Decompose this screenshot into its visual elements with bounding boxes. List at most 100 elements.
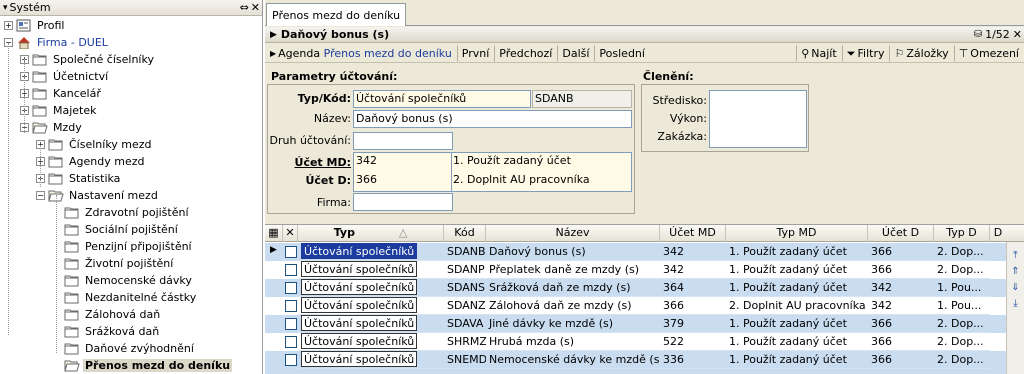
limits-button[interactable]: ⊤ Omezení — [953, 45, 1024, 62]
tab-prenos-mezd[interactable]: Přenos mezd do deníku — [266, 3, 407, 26]
tree-item[interactable]: Sociální pojištění — [52, 221, 180, 238]
tree-item[interactable]: Nemocenské dávky — [52, 272, 194, 289]
cell-ucet-md: 522 — [660, 333, 726, 351]
tree-item[interactable]: − Firma - DUEL — [4, 34, 110, 51]
page-down-icon[interactable]: ⇓ — [1009, 280, 1023, 296]
tree-item[interactable]: + Profil — [4, 17, 66, 34]
tree-item[interactable]: + Majetek — [20, 102, 99, 119]
chevron-down-icon[interactable]: ▾ — [3, 3, 8, 13]
agenda-button[interactable]: ▶ Agenda Přenos mezd do deníku — [265, 45, 457, 62]
bookmarks-button[interactable]: ⚐ Záložky — [889, 45, 953, 62]
tree-item[interactable]: + Kancelář — [20, 85, 103, 102]
tree-item-label: Přenos mezd do deníku — [83, 359, 233, 372]
tree-item-label: Srážková daň — [85, 325, 160, 338]
col-nazev[interactable]: Název — [486, 225, 660, 242]
cell-ucet-d: 366 — [868, 243, 934, 261]
agenda-link[interactable]: Přenos mezd do deníku — [324, 47, 452, 60]
druh-field[interactable] — [353, 132, 453, 150]
table-row[interactable]: Účtování společníků SDANS Srážková daň ze … — [265, 279, 1006, 297]
ucet-md-field[interactable]: 342 — [356, 154, 377, 167]
collapse-icon[interactable]: − — [36, 191, 45, 200]
grid-header: ▦ ✕ Typ △ Kód Název Účet MD Typ MD Účet … — [265, 225, 1024, 242]
cell-nazev: Zálohová daň ze mzdy (s) — [486, 297, 660, 315]
records-icon: ⛁ — [973, 29, 983, 40]
tree-item-label: Sociální pojištění — [85, 223, 178, 236]
find-button[interactable]: ⚲ Najít — [796, 45, 841, 62]
table-row[interactable]: Účtování společníků SHRMZ Hrubá mzda (s) 52… — [265, 333, 1006, 351]
row-checkbox[interactable] — [285, 246, 297, 258]
grid-close-icon[interactable]: ✕ — [283, 225, 298, 242]
tree-item[interactable]: Přenos mezd do deníku — [52, 357, 233, 374]
ucet-md-note[interactable]: 1. Použít zadaný účet — [453, 154, 571, 167]
firma-field[interactable] — [353, 193, 453, 211]
resize-arrows-icon[interactable]: ⇔ — [240, 1, 249, 14]
col-typ-md[interactable]: Typ MD — [726, 225, 868, 242]
ucet-d-note[interactable]: 2. Doplnit AU pracovníka — [453, 173, 590, 186]
tree-item[interactable]: + Statistika — [36, 170, 122, 187]
col-typ-d[interactable]: Typ D — [934, 225, 990, 242]
kod-field[interactable]: SDANB — [532, 90, 632, 108]
cell-typ-value: Účtování společníků — [301, 243, 418, 259]
tree-item[interactable]: Penzijní připojištění — [52, 238, 194, 255]
grid-settings-icon[interactable]: ▦ — [265, 225, 283, 242]
cell-nazev: Jiné dávky ke mzdě (s) — [486, 315, 660, 333]
tree-item[interactable]: Životní pojištění — [52, 255, 175, 272]
folder-open-icon — [32, 121, 48, 134]
tree-item[interactable]: − Nastavení mezd — [36, 187, 160, 204]
folder-icon — [32, 53, 48, 66]
close-icon[interactable]: ✕ — [1013, 28, 1022, 41]
tree-item[interactable]: Nezdanitelné částky — [52, 289, 198, 306]
record-title-bar: ▶ Daňový bonus (s) ⛁ 1/52 ✕ — [265, 27, 1024, 43]
row-checkbox[interactable] — [285, 264, 297, 276]
close-icon[interactable]: ✕ — [251, 1, 260, 14]
page-up-icon[interactable]: ⇑ — [1009, 264, 1023, 280]
ucet-d-field[interactable]: 366 — [356, 173, 377, 186]
col-typ[interactable]: Typ △ — [298, 225, 444, 242]
col-ucet-d[interactable]: Účet D — [868, 225, 934, 242]
clen-field[interactable] — [709, 90, 807, 148]
col-d[interactable]: D — [990, 225, 1006, 242]
table-row[interactable]: Účtování společníků SDAVA Jiné dávky ke mz… — [265, 315, 1006, 333]
first-button[interactable]: První — [456, 44, 495, 62]
tree-item[interactable]: Zdravotní pojištění — [52, 204, 191, 221]
row-checkbox[interactable] — [285, 318, 297, 330]
form-area: Parametry účtování: Typ/Kód: Účtování sp… — [265, 66, 1024, 222]
table-row-partial[interactable] — [265, 369, 1006, 374]
row-checkbox[interactable] — [285, 336, 297, 348]
tree-item[interactable]: − Mzdy — [20, 119, 84, 136]
folder-icon — [64, 206, 80, 219]
col-kod[interactable]: Kód — [444, 225, 486, 242]
table-row[interactable]: ▶ Účtování společníků SDANB Daňový bonus (s… — [265, 243, 1006, 261]
last-button[interactable]: Poslední — [594, 44, 650, 62]
first-record-icon[interactable]: ⤒ — [1009, 248, 1023, 264]
tree-item[interactable]: + Agendy mezd — [36, 153, 146, 170]
ucet-d-label: Účet D: — [305, 174, 351, 187]
col-typ-label: Typ — [333, 226, 355, 239]
nazev-field[interactable]: Daňový bonus (s) — [353, 110, 632, 128]
tree-item[interactable]: + Účetnictví — [20, 68, 110, 85]
cell-typ-value: Účtování společníků — [301, 279, 418, 295]
tree-item[interactable]: + Společné číselníky — [20, 51, 156, 68]
table-row[interactable]: Účtování společníků SDANZ Zálohová daň ze … — [265, 297, 1006, 315]
tree-item[interactable]: Zálohová daň — [52, 306, 162, 323]
cell-typ-value: Účtování společníků — [301, 333, 418, 349]
row-checkbox[interactable] — [285, 282, 297, 294]
tree-item[interactable]: Srážková daň — [52, 323, 161, 340]
ucty-divider — [451, 152, 452, 192]
table-row[interactable]: Účtování společníků SDANP Přeplatek daně z… — [265, 261, 1006, 279]
clen-group-title: Členění: — [643, 70, 694, 83]
col-ucet-md[interactable]: Účet MD — [660, 225, 726, 242]
row-checkbox[interactable] — [285, 300, 297, 312]
cell-kod: SHRMZ — [444, 333, 486, 351]
tree-item[interactable]: Daňové zvýhodnění — [52, 340, 196, 357]
next-button[interactable]: Další — [557, 44, 594, 62]
filters-button[interactable]: ⏷ Filtry — [841, 45, 890, 62]
tree-item[interactable]: + Číselníky mezd — [36, 136, 154, 153]
last-record-icon[interactable]: ⤓ — [1009, 296, 1023, 312]
row-checkbox[interactable] — [285, 354, 297, 366]
previous-button[interactable]: Předchozí — [494, 44, 557, 62]
expand-icon[interactable]: + — [4, 21, 13, 30]
cell-ucet-d: 366 — [868, 333, 934, 351]
typ-field[interactable]: Účtování společníků — [353, 90, 531, 108]
table-row[interactable]: Účtování společníků SNEMD Nemocenské dávky… — [265, 351, 1006, 369]
